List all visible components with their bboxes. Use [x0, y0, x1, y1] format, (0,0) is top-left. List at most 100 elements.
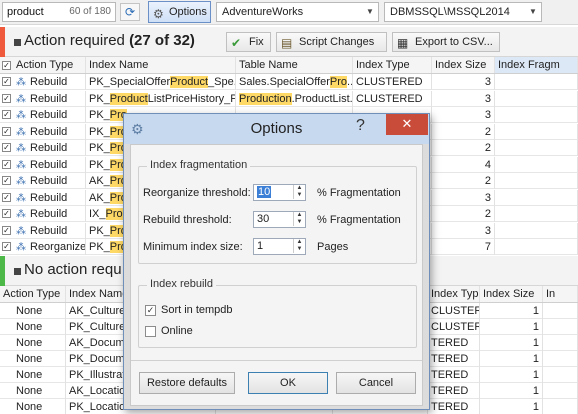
min-size-label: Minimum index size:: [143, 241, 243, 253]
index-fragmentation-cell: [543, 319, 578, 335]
table-row[interactable]: ✓ ⁂ Rebuild PK_SpecialOfferProduct_Spe...Sa…: [0, 74, 578, 90]
refresh-icon[interactable]: ⟳: [120, 3, 140, 21]
reorg-unit: % Fragmentation: [317, 187, 401, 199]
collapse-icon[interactable]: [14, 39, 21, 46]
index-fragmentation-cell: [495, 239, 578, 255]
col-index-name[interactable]: Index Name: [86, 57, 236, 73]
row-checkbox[interactable]: ✓: [2, 176, 11, 185]
reorg-threshold-stepper[interactable]: 10 ▲ ▼: [253, 184, 306, 201]
row-checkbox[interactable]: ✓: [2, 225, 11, 235]
action-type-value: Rebuild: [30, 175, 68, 187]
col-index-type[interactable]: Index Type: [428, 286, 480, 302]
ok-button[interactable]: OK: [248, 372, 328, 394]
col-table-name[interactable]: Table Name: [236, 57, 353, 73]
row-checkbox[interactable]: ✓: [2, 93, 11, 103]
index-type-cell: TERED: [428, 383, 480, 399]
rebuild-threshold-value[interactable]: 30: [257, 213, 269, 225]
row-checkbox[interactable]: ✓: [2, 192, 11, 202]
grid-header: ✓ Action Type Index Name Table Name Inde…: [0, 57, 578, 74]
index-fragmentation-cell: [543, 303, 578, 319]
cancel-button[interactable]: Cancel: [336, 372, 416, 394]
action-required-title: Action required (27 of 32): [24, 32, 195, 49]
col-action-type[interactable]: Action Type: [13, 57, 86, 73]
chevron-up-icon[interactable]: ▲: [293, 212, 305, 219]
row-checkbox[interactable]: ✓: [2, 159, 11, 169]
index-size-cell: 3: [432, 74, 495, 90]
min-size-stepper[interactable]: 1 ▲ ▼: [253, 238, 306, 255]
action-type-value: Rebuild: [30, 142, 68, 154]
rebuild-icon: ⁂: [16, 110, 26, 121]
row-checkbox[interactable]: ✓: [2, 209, 11, 218]
options-label: Options: [169, 6, 207, 18]
action-type-cell: ⁂ Rebuild: [13, 74, 86, 90]
server-select[interactable]: DBMSSQL\MSSQL2014 ▼: [384, 2, 542, 22]
options-button[interactable]: ⚙ Options: [148, 1, 211, 23]
status-bar-green: [0, 256, 5, 286]
search-value[interactable]: product: [7, 6, 44, 18]
fix-button[interactable]: ✔ Fix: [226, 32, 271, 52]
chevron-down-icon[interactable]: ▼: [293, 246, 305, 253]
col-index-fragmentation[interactable]: Index Fragm: [495, 57, 578, 73]
index-type-cell: TERED: [428, 367, 480, 383]
index-name-cell: PK_ProductListPriceHistory_P...: [86, 90, 236, 107]
chevron-down-icon[interactable]: ▼: [527, 3, 539, 21]
chevron-down-icon[interactable]: ▼: [293, 192, 305, 199]
chevron-up-icon[interactable]: ▲: [293, 239, 305, 246]
online-checkbox[interactable]: [145, 326, 156, 337]
database-select[interactable]: AdventureWorks ▼: [216, 2, 379, 22]
help-button[interactable]: ?: [356, 117, 365, 135]
rebuild-icon: ⁂: [16, 126, 26, 138]
index-fragmentation-cell: [495, 206, 578, 222]
action-type-cell: None: [0, 335, 66, 351]
index-fragmentation-cell: [543, 351, 578, 367]
select-all-checkbox[interactable]: ✓: [2, 61, 11, 70]
fragmentation-group-title: Index fragmentation: [147, 159, 251, 171]
sort-in-tempdb-label[interactable]: Sort in tempdb: [161, 304, 233, 316]
rebuild-icon: ⁂: [16, 159, 26, 171]
row-checkbox[interactable]: ✓: [2, 110, 11, 119]
gear-icon: ⚙: [153, 7, 164, 21]
min-size-value[interactable]: 1: [257, 240, 263, 252]
col-index-size[interactable]: Index Size: [432, 57, 495, 73]
row-checkbox[interactable]: ✓: [2, 126, 11, 136]
index-name-post: _Spe...: [208, 76, 236, 88]
row-checkbox[interactable]: ✓: [2, 77, 11, 86]
col-index-type[interactable]: Index Type: [353, 57, 432, 73]
chevron-up-icon[interactable]: ▲: [293, 185, 305, 192]
rebuild-group-title: Index rebuild: [147, 278, 216, 290]
index-type-cell: TERED: [428, 351, 480, 367]
index-name-pre: IX_: [89, 208, 106, 220]
sort-in-tempdb-checkbox[interactable]: ✓: [145, 305, 156, 316]
rebuild-icon: ⁂: [16, 209, 26, 220]
row-checkbox[interactable]: ✓: [2, 242, 11, 251]
table-row[interactable]: ✓ ⁂ Rebuild PK_ProductListPriceHistory_P...…: [0, 90, 578, 107]
export-csv-button[interactable]: ▦ Export to CSV...: [392, 32, 500, 52]
index-name-pre: PK_: [89, 241, 110, 253]
col-index-fragmentation[interactable]: In: [543, 286, 578, 302]
script-changes-button[interactable]: ▤ Script Changes: [276, 32, 387, 52]
online-label[interactable]: Online: [161, 325, 193, 337]
restore-defaults-button[interactable]: Restore defaults: [139, 372, 235, 394]
rebuild-icon: ⁂: [16, 143, 26, 154]
status-bar-red: [0, 27, 5, 57]
rebuild-icon: ⁂: [16, 176, 26, 187]
dialog-titlebar[interactable]: ⚙ Options ? ✕: [124, 114, 429, 144]
index-size-cell: 2: [432, 140, 495, 156]
index-fragmentation-cell: [543, 367, 578, 383]
index-type-cell: TERED: [428, 335, 480, 351]
rebuild-threshold-stepper[interactable]: 30 ▲ ▼: [253, 211, 306, 228]
table-name-match: Production: [239, 92, 292, 105]
col-index-size[interactable]: Index Size: [480, 286, 543, 302]
index-fragmentation-cell: [495, 90, 578, 107]
collapse-icon[interactable]: [14, 268, 21, 275]
index-name-pre: AK_: [89, 175, 110, 187]
row-checkbox[interactable]: ✓: [2, 143, 11, 152]
index-name-pre: PK_: [89, 92, 110, 105]
index-fragmentation-cell: [495, 74, 578, 90]
chevron-down-icon[interactable]: ▼: [293, 219, 305, 226]
reorg-threshold-value[interactable]: 10: [257, 186, 272, 198]
search-input[interactable]: product 60 of 180: [2, 2, 116, 22]
chevron-down-icon[interactable]: ▼: [364, 3, 376, 21]
close-button[interactable]: ✕: [386, 114, 428, 135]
col-action-type[interactable]: Action Type: [0, 286, 66, 302]
